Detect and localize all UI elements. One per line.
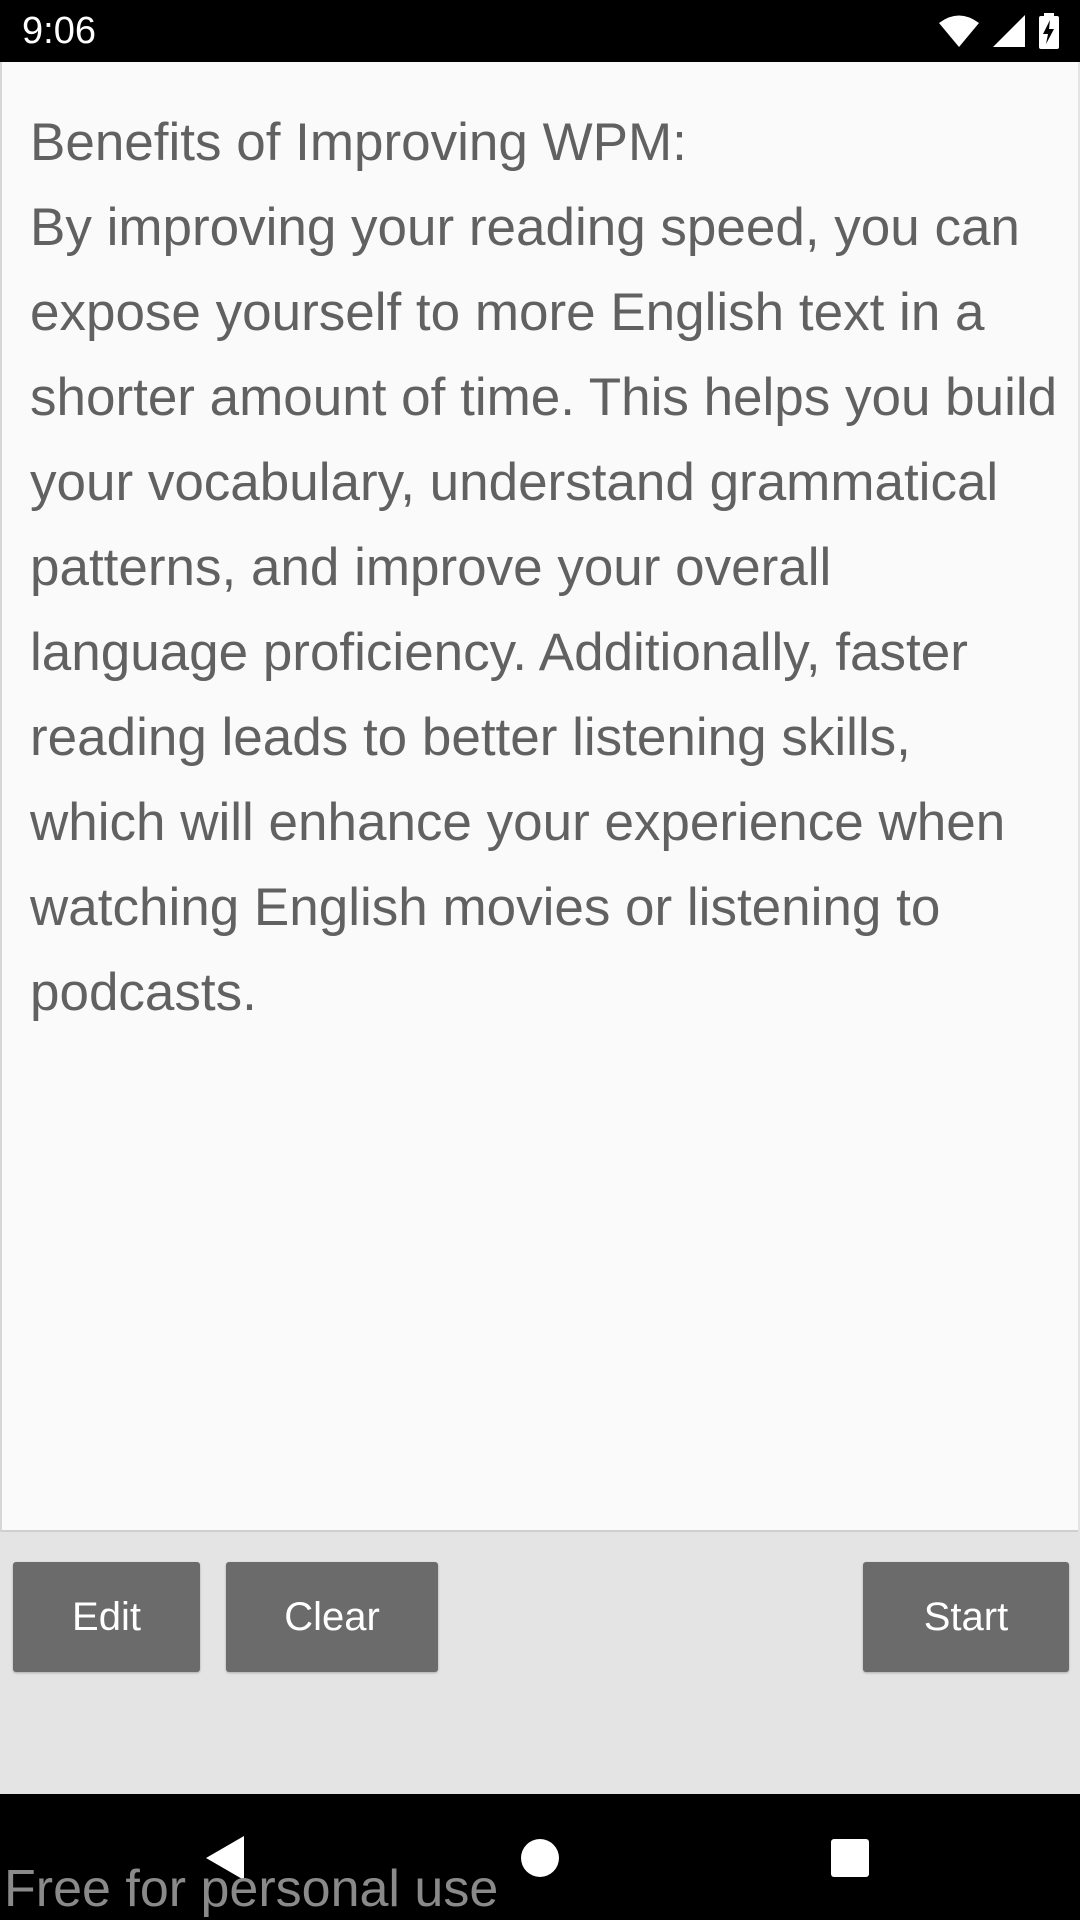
start-button[interactable]: Start [863,1562,1069,1672]
battery-charging-icon [1038,13,1060,49]
wifi-icon [938,14,980,48]
clear-button[interactable]: Clear [226,1562,438,1672]
edit-button[interactable]: Edit [13,1562,200,1672]
button-bar: Edit Clear Start [0,1534,1080,1794]
cell-signal-icon [992,14,1026,48]
recent-apps-icon[interactable] [820,1828,880,1888]
reading-text-panel[interactable]: Benefits of Improving WPM: By improving … [0,62,1078,1532]
home-icon[interactable] [510,1828,570,1888]
status-bar: 9:06 [0,0,1080,62]
status-time: 9:06 [22,10,96,52]
watermark-text: Free for personal use [4,1860,499,1918]
reading-text: Benefits of Improving WPM: By improving … [30,113,1058,1022]
status-icons [938,12,1060,50]
